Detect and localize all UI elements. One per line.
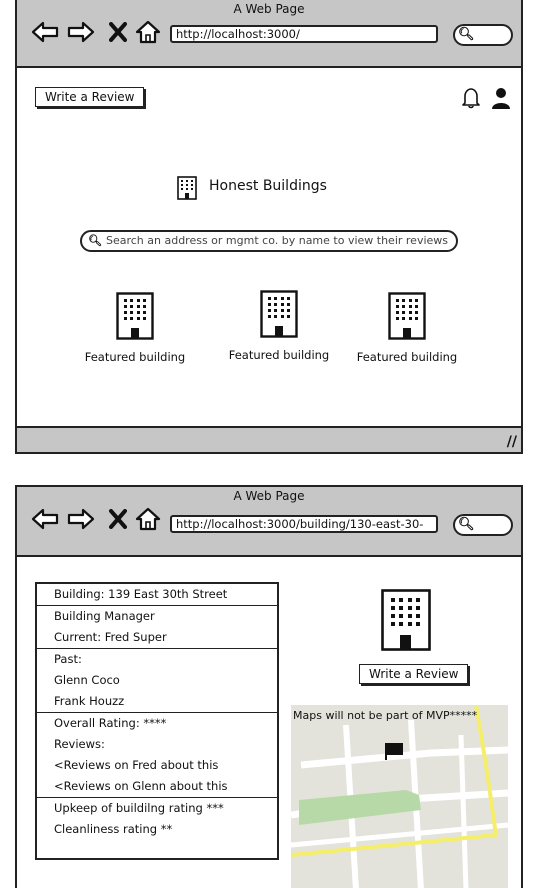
brand-name: Honest Buildings [209,178,327,194]
home-icon[interactable] [135,507,161,531]
search-icon: 🔍︎ [458,517,475,532]
overall-rating: Overall Rating: **** [54,716,167,730]
close-icon[interactable] [109,509,127,529]
search-icon: 🔍︎ [458,27,475,42]
featured-building-card[interactable]: Featured building [347,292,467,364]
review-link[interactable]: <Reviews on Glenn about this [37,776,277,797]
browser-toolbar: A Web Page http://localhost:3000/buildin… [17,487,521,557]
browser-toolbar: A Web Page http://localhost:3000/ 🔍︎ [17,0,521,68]
past-manager: Glenn Coco [54,673,120,687]
search-icon: 🔍︎ [88,234,102,247]
building-address: Building: 139 East 30th Street [54,587,228,601]
building-icon [260,290,298,338]
url-bar[interactable]: http://localhost:3000/building/130-east-… [170,515,438,533]
close-icon[interactable] [109,22,127,42]
address-search-input[interactable]: 🔍︎ Search an address or mgmt co. by name … [80,230,458,252]
browser-window-home: A Web Page http://localhost:3000/ 🔍︎ Wri… [15,0,523,454]
brand: Honest Buildings [177,176,327,204]
cleanliness-rating: Cleanliness rating ** [54,822,173,836]
map-caption: Maps will not be part of MVP***** [293,709,478,722]
featured-building-label: Featured building [84,350,186,364]
home-icon[interactable] [135,20,161,44]
forward-arrow-icon[interactable] [67,20,95,44]
back-arrow-icon[interactable] [31,507,59,531]
forward-arrow-icon[interactable] [67,507,95,531]
map[interactable]: Maps will not be part of MVP***** [291,705,508,888]
browser-window-building: A Web Page http://localhost:3000/buildin… [15,485,523,888]
bell-icon[interactable] [459,86,483,110]
back-arrow-icon[interactable] [31,20,59,44]
current-manager: Current: Fred Super [54,630,167,644]
featured-building-label: Featured building [228,348,330,362]
user-icon[interactable] [491,86,511,110]
past-manager: Frank Houzz [54,694,125,708]
past-heading: Past: [54,652,82,666]
upkeep-rating: Upkeep of buildilng rating *** [54,801,224,815]
featured-building-card[interactable]: Featured building [75,292,195,364]
resize-grip-icon[interactable]: // [507,434,517,450]
url-bar[interactable]: http://localhost:3000/ [170,25,438,43]
status-bar: // [17,426,521,452]
search-placeholder: Search an address or mgmt co. by name to… [105,234,449,247]
reviews-heading: Reviews: [54,737,105,751]
building-icon [177,176,197,200]
featured-building-label: Featured building [356,350,458,364]
browser-search-field[interactable]: 🔍︎ [453,514,513,536]
write-review-button[interactable]: Write a Review [359,664,469,684]
featured-building-card[interactable]: Featured building [219,290,339,362]
manager-heading: Building Manager [54,609,155,623]
building-icon [388,292,426,340]
map-graphic [291,705,508,888]
page-title: A Web Page [233,2,305,16]
write-review-button[interactable]: Write a Review [35,87,145,107]
review-link[interactable]: <Reviews on Fred about this [37,755,277,776]
building-info-panel: Building: 139 East 30th Street Building … [35,582,279,860]
building-icon [116,292,154,340]
page-title: A Web Page [233,489,305,503]
building-icon [381,589,431,651]
browser-search-field[interactable]: 🔍︎ [453,24,513,46]
